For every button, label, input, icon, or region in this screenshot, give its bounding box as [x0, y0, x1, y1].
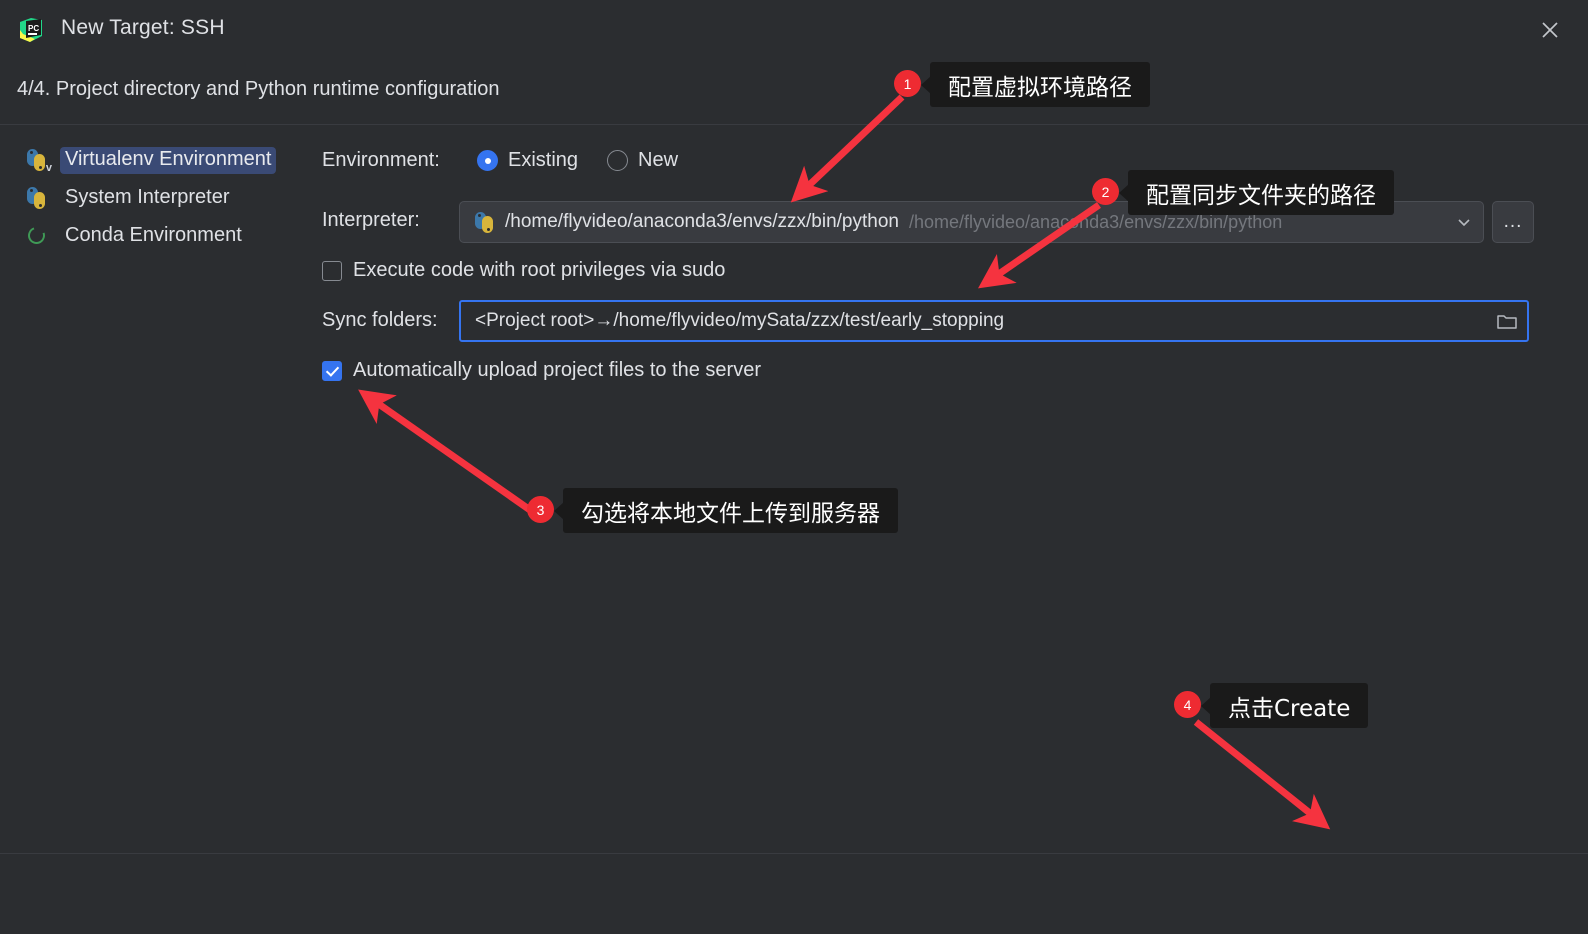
sync-folders-value: <Project root>→/home/flyvideo/mySata/zzx…	[475, 310, 1005, 331]
environment-type-list: v Virtualenv Environment System Interpre…	[0, 141, 300, 255]
radio-new-control[interactable]	[607, 150, 628, 171]
annotation-badge-3: 3	[527, 496, 554, 523]
interpreter-path: /home/flyvideo/anaconda3/envs/zzx/bin/py…	[505, 211, 899, 232]
interpreter-browse-button[interactable]: ...	[1492, 201, 1534, 243]
header-divider	[0, 124, 1588, 125]
auto-upload-checkbox[interactable]: Automatically upload project files to th…	[322, 359, 761, 382]
dialog-window: PC New Target: SSH 4/4. Project director…	[0, 0, 1588, 934]
chevron-down-icon[interactable]	[1451, 209, 1477, 235]
sudo-checkbox-label: Execute code with root privileges via su…	[353, 259, 726, 281]
pycharm-icon: PC	[17, 16, 45, 44]
annotation-badge-4: 4	[1174, 691, 1201, 718]
sync-folders-input[interactable]: <Project root>→/home/flyvideo/mySata/zzx…	[459, 300, 1529, 342]
sidebar-item-label: Virtualenv Environment	[60, 146, 277, 174]
conda-icon	[25, 224, 51, 248]
environment-label: Environment:	[322, 149, 440, 171]
sidebar-item-conda-environment[interactable]: Conda Environment	[0, 217, 300, 255]
interpreter-label: Interpreter:	[322, 209, 420, 231]
sidebar-item-label: Conda Environment	[65, 223, 242, 246]
sidebar-item-virtualenv-environment[interactable]: v Virtualenv Environment	[0, 141, 300, 179]
radio-existing-control[interactable]	[477, 150, 498, 171]
sync-folders-label: Sync folders:	[322, 309, 438, 331]
auto-upload-checkbox-control[interactable]	[322, 360, 342, 381]
sudo-checkbox-control[interactable]	[322, 260, 342, 281]
radio-new[interactable]: New	[607, 149, 678, 172]
environment-row: Environment:	[322, 149, 440, 172]
sidebar-item-system-interpreter[interactable]: System Interpreter	[0, 179, 300, 217]
python-icon	[474, 211, 496, 233]
annotation-callout-3: 勾选将本地文件上传到服务器	[554, 488, 898, 533]
interpreter-row: Interpreter:	[322, 209, 420, 232]
annotation-callout-1: 配置虚拟环境路径	[921, 62, 1150, 107]
sudo-checkbox[interactable]: Execute code with root privileges via su…	[322, 259, 725, 282]
title-bar: PC New Target: SSH	[0, 0, 1588, 60]
window-title: New Target: SSH	[61, 16, 225, 39]
sidebar-item-label: System Interpreter	[65, 185, 230, 208]
annotation-callout-4: 点击Create	[1200, 683, 1369, 728]
annotation-callout-2: 配置同步文件夹的路径	[1119, 170, 1394, 215]
sync-folders-row: Sync folders:	[322, 309, 438, 332]
radio-existing[interactable]: Existing	[477, 149, 578, 172]
folder-icon[interactable]	[1493, 307, 1521, 335]
footer-bar: ? Previous Create Cancel	[0, 854, 1588, 934]
radio-new-label: New	[638, 149, 679, 171]
svg-text:PC: PC	[28, 24, 39, 33]
annotation-badge-1: 1	[894, 70, 921, 97]
python-icon	[25, 186, 51, 210]
radio-existing-label: Existing	[508, 149, 579, 171]
close-icon[interactable]	[1534, 14, 1566, 46]
auto-upload-checkbox-label: Automatically upload project files to th…	[353, 359, 761, 381]
annotation-badge-2: 2	[1092, 178, 1119, 205]
python-venv-icon: v	[25, 148, 52, 174]
page-title: 4/4. Project directory and Python runtim…	[17, 78, 500, 100]
